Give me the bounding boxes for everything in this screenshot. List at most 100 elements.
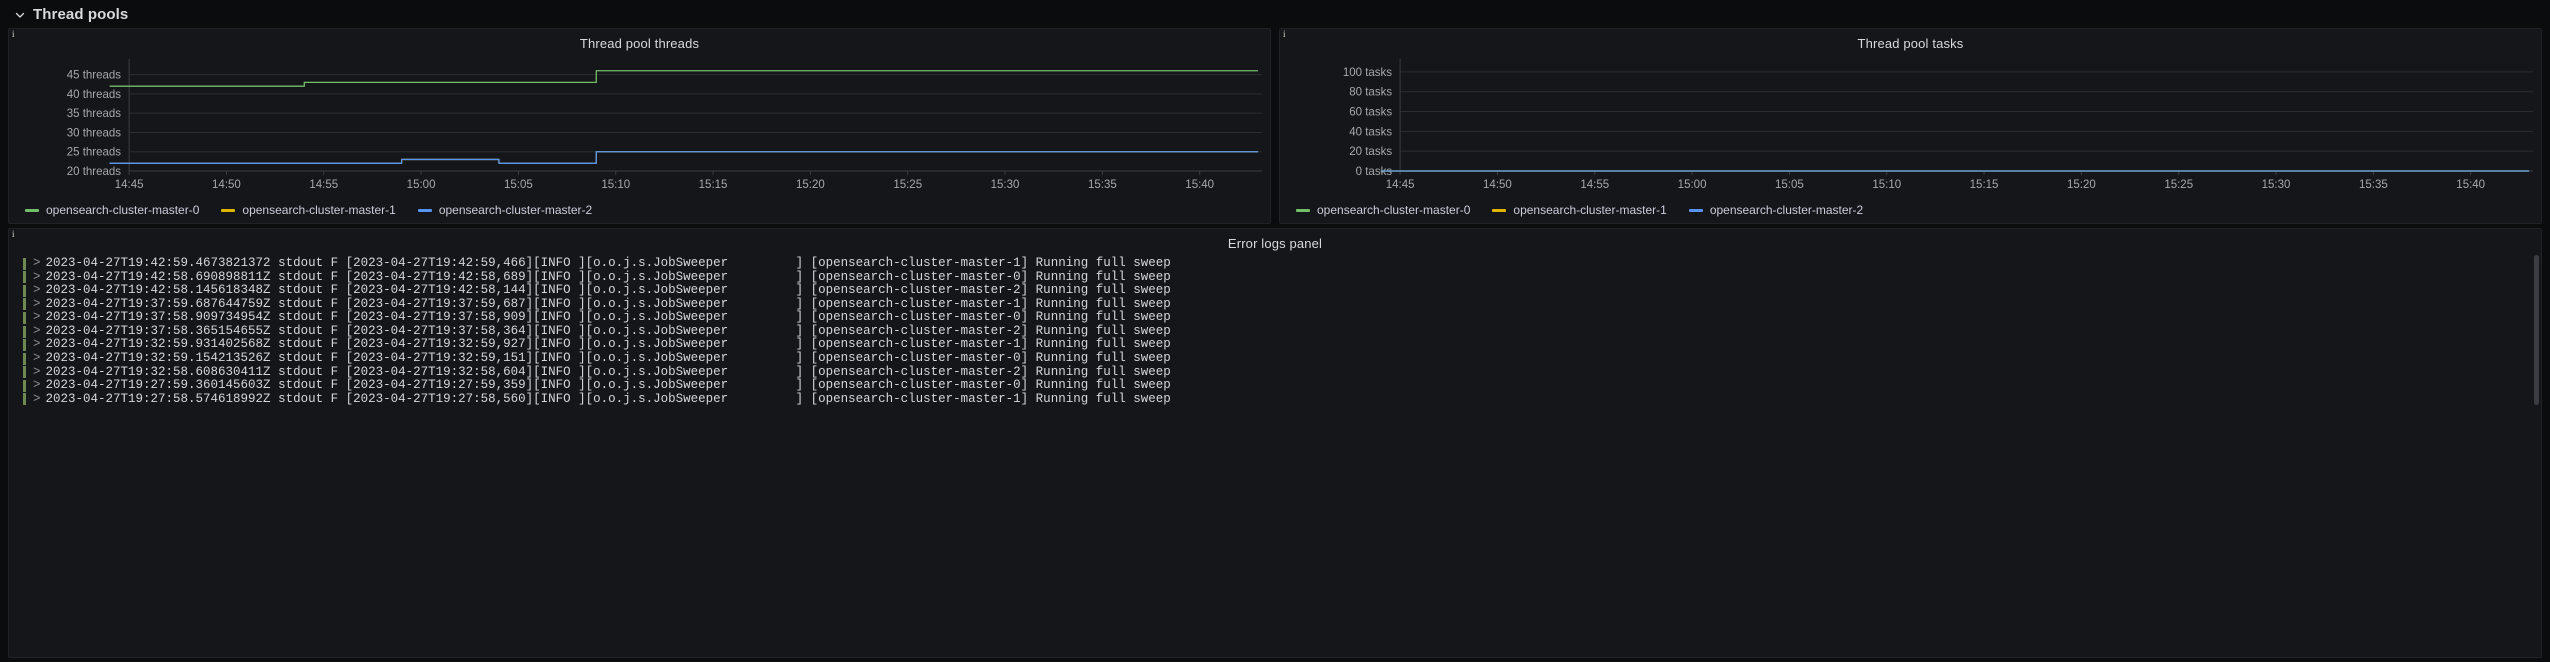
chevron-right-icon[interactable]: > [33,256,41,270]
panel-error-logs[interactable]: i Error logs panel >2023-04-27T19:42:59.… [8,228,2542,658]
log-message: stdout F [2023-04-27T19:27:59,359][INFO … [278,378,1171,393]
chevron-right-icon[interactable]: > [33,338,41,352]
log-row[interactable]: >2023-04-27T19:37:58.365154655Z stdout F… [23,323,2541,338]
x-axis-tick-label: 14:55 [309,179,338,191]
y-axis-tick-label: 60 tasks [1349,107,1392,119]
chevron-down-icon[interactable] [14,8,26,20]
log-severity-bar [23,366,26,379]
timeseries-chart[interactable]: 20 threads 25 threads 30 threads 35 threads… [9,51,1270,199]
log-message: stdout F [2023-04-27T19:37:58,364][INFO … [278,323,1171,338]
panel-legend: opensearch-cluster-master-0 opensearch-c… [1280,199,2541,221]
legend-label: opensearch-cluster-master-1 [242,203,396,217]
x-axis-tick-label: 15:35 [2359,179,2388,191]
x-axis-tick-label: 14:55 [1580,179,1609,191]
panel-thread-pool-threads[interactable]: i Thread pool threads 20 threads 25 threa… [8,28,1271,224]
row-title: Thread pools [33,5,129,23]
log-timestamp: 2023-04-27T19:42:59.4673821372 [45,256,279,270]
log-severity-bar [23,312,26,324]
legend-label: opensearch-cluster-master-2 [438,203,593,217]
y-axis-tick-label: 100 tasks [1343,67,1392,79]
panel-thread-pool-tasks[interactable]: i Thread pool tasks 0 tasks 20 tasks 40 ta… [1279,28,2542,224]
chevron-right-icon[interactable]: > [33,324,41,338]
y-axis-tick-label: 30 threads [67,127,122,139]
chevron-right-icon[interactable]: > [33,310,41,324]
chevron-right-icon[interactable]: > [33,378,41,392]
log-row[interactable]: >2023-04-27T19:32:59.931402568Z stdout F… [23,338,2541,351]
legend-item[interactable]: opensearch-cluster-master-1 [221,203,396,217]
log-row[interactable]: >2023-04-27T19:37:59.687644759Z stdout F… [23,296,2541,311]
logs-scrollbar-thumb[interactable] [2534,255,2539,405]
x-axis-tick-label: 15:05 [504,179,533,191]
y-axis-tick-label: 20 tasks [1349,146,1392,158]
x-axis-tick-label: 15:15 [699,179,728,191]
log-message: stdout F [2023-04-27T19:27:58,560][INFO … [278,391,1171,406]
log-timestamp: 2023-04-27T19:32:59.931402568Z [45,337,279,352]
log-severity-bar [23,284,26,297]
legend-color-swatch [1296,208,1310,212]
x-axis-tick-label: 15:20 [796,179,825,191]
legend-color-swatch [25,208,39,212]
chevron-right-icon[interactable]: > [33,365,41,379]
log-severity-bar [23,339,26,352]
log-severity-bar [23,257,26,270]
legend-item[interactable]: opensearch-cluster-master-2 [417,203,593,217]
log-row[interactable]: >2023-04-27T19:37:58.909734954Z stdout F… [23,310,2541,325]
y-axis-tick-label: 40 tasks [1349,126,1392,138]
legend-item[interactable]: opensearch-cluster-master-2 [1688,203,1863,217]
logs-list[interactable]: >2023-04-27T19:42:59.4673821372 stdout F… [9,251,2541,406]
log-timestamp: 2023-04-27T19:32:59.154213526Z [45,351,279,366]
log-message: stdout F [2023-04-27T19:32:59,151][INFO … [278,351,1171,366]
y-axis-tick-label: 0 tasks [1356,166,1393,178]
log-timestamp: 2023-04-27T19:42:58.690898811Z [45,269,279,284]
panel-chart-area[interactable]: 20 threads 25 threads 30 threads 35 threads… [9,51,1270,199]
log-timestamp: 2023-04-27T19:37:58.909734954Z [45,310,279,325]
legend-item[interactable]: opensearch-cluster-master-0 [1296,203,1470,217]
chevron-right-icon[interactable]: > [33,392,41,406]
chevron-right-icon[interactable]: > [33,297,41,311]
x-axis-tick-label: 14:50 [212,179,241,191]
x-axis-tick-label: 15:00 [407,179,436,191]
series-line [109,70,1259,87]
panel-chart-area[interactable]: 0 tasks 20 tasks 40 tasks 60 tasks 80 tasks 1… [1280,51,2541,199]
log-row[interactable]: >2023-04-27T19:32:59.154213526Z stdout F… [23,351,2541,366]
x-axis-tick-label: 15:30 [991,179,1020,191]
panel-corner-mark: i [12,229,15,239]
legend-item[interactable]: opensearch-cluster-master-1 [1492,203,1667,217]
log-row[interactable]: >2023-04-27T19:27:59.360145603Z stdout F… [23,378,2541,393]
legend-item[interactable]: opensearch-cluster-master-0 [25,203,199,217]
log-message: stdout F [2023-04-27T19:42:59,466][INFO … [278,256,1171,270]
log-severity-bar [23,352,26,365]
chevron-right-icon[interactable]: > [33,283,41,297]
log-timestamp: 2023-04-27T19:32:58.608630411Z [45,364,279,379]
log-row[interactable]: >2023-04-27T19:32:58.608630411Z stdout F… [23,364,2541,379]
panel-title: Error logs panel [1227,236,1323,251]
timeseries-chart[interactable]: 0 tasks 20 tasks 40 tasks 60 tasks 80 tasks 1… [1280,51,2541,199]
log-message: stdout F [2023-04-27T19:37:59,687][INFO … [278,296,1171,311]
panel-legend: opensearch-cluster-master-0 opensearch-c… [9,199,1270,221]
chevron-right-icon[interactable]: > [33,270,41,284]
dashboard-row-header[interactable]: Thread pools [0,0,2550,28]
log-row[interactable]: >2023-04-27T19:42:58.690898811Z stdout F… [23,269,2541,284]
legend-label: opensearch-cluster-master-1 [1513,203,1667,217]
x-axis-tick-label: 15:20 [2067,179,2096,191]
log-message: stdout F [2023-04-27T19:42:58,689][INFO … [278,269,1171,284]
x-axis-tick-label: 15:40 [2456,179,2485,191]
x-axis-tick-label: 15:25 [2164,179,2193,191]
log-row[interactable]: >2023-04-27T19:27:58.574618992Z stdout F… [23,391,2541,406]
log-row[interactable]: >2023-04-27T19:42:59.4673821372 stdout F… [23,256,2541,270]
legend-label: opensearch-cluster-master-0 [1317,203,1471,217]
log-timestamp: 2023-04-27T19:42:58.145618348Z [45,283,279,298]
log-message: stdout F [2023-04-27T19:32:59,927][INFO … [278,337,1171,352]
chevron-right-icon[interactable]: > [33,351,41,365]
legend-color-swatch [417,208,432,212]
log-timestamp: 2023-04-27T19:27:58.574618992Z [45,391,279,406]
log-row[interactable]: >2023-04-27T19:42:58.145618348Z stdout F… [23,283,2541,298]
log-severity-bar [23,271,26,284]
panels-row: i Thread pool threads 20 threads 25 threa… [0,28,2550,224]
x-axis-tick-label: 15:00 [1678,179,1707,191]
x-axis-tick-label: 14:50 [1483,179,1512,191]
y-axis-tick-label: 40 threads [67,89,122,101]
x-axis-tick-label: 15:15 [1970,179,1999,191]
y-axis-tick-label: 45 threads [67,70,122,82]
x-axis-tick-label: 15:05 [1775,179,1804,191]
